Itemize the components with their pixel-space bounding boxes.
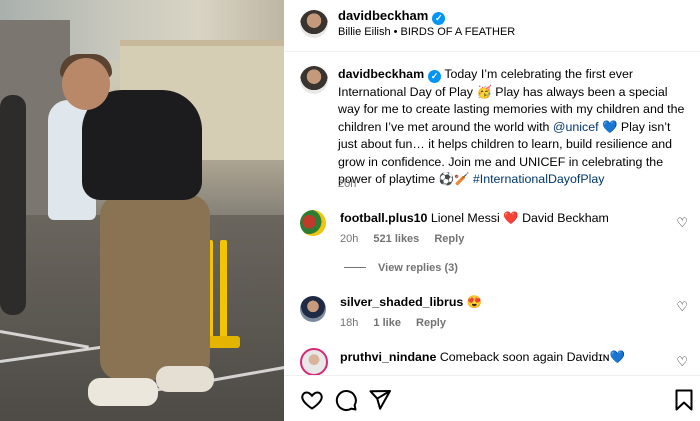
save-icon[interactable]: [672, 388, 696, 412]
comment-username[interactable]: pruthvi_nindane: [340, 350, 436, 364]
comment-body: silver_shaded_librus 😍: [340, 295, 482, 310]
audio-track[interactable]: Billie Eilish • BIRDS OF A FEATHER: [338, 26, 515, 38]
caption-mention-link[interactable]: @unicef: [553, 120, 599, 134]
author-username-text[interactable]: davidbeckham: [338, 8, 428, 23]
player-torso: [82, 90, 202, 200]
cricket-stump: [220, 240, 227, 340]
player-shoe: [156, 366, 214, 392]
comment-like-icon[interactable]: ♡: [676, 299, 688, 315]
comment-icon[interactable]: [334, 388, 358, 412]
like-icon[interactable]: [300, 388, 324, 412]
comment-reply-button[interactable]: Reply: [434, 233, 464, 245]
view-replies-divider: [344, 267, 366, 268]
background-person: [0, 95, 26, 315]
caption-username[interactable]: davidbeckham: [338, 67, 424, 81]
author-username[interactable]: davidbeckham ✓: [338, 8, 446, 25]
comment-text: Lionel Messi ❤️ David Beckham: [430, 211, 609, 225]
caption-avatar[interactable]: [300, 66, 328, 94]
comment-likes[interactable]: 1 like: [373, 317, 401, 329]
share-icon[interactable]: [368, 388, 392, 412]
comment-meta: 18h 1 like Reply: [340, 317, 446, 329]
comment-reply-button[interactable]: Reply: [416, 317, 446, 329]
post-caption: davidbeckham ✓ Today I’m celebrating the …: [338, 66, 688, 189]
player-shoe: [88, 378, 158, 406]
comment-text: 😍: [466, 295, 483, 309]
comment-avatar[interactable]: [300, 348, 328, 376]
comment-body: pruthvi_nindane Comeback soon again Davi…: [340, 350, 625, 365]
post-panel: davidbeckham ✓ Billie Eilish • BIRDS OF A…: [284, 0, 700, 421]
verified-icon: ✓: [428, 70, 442, 83]
view-replies-button[interactable]: View replies (3): [344, 262, 458, 274]
comment-avatar[interactable]: [300, 210, 326, 236]
post-media[interactable]: [0, 0, 284, 421]
player-legs: [100, 195, 210, 380]
caption-hashtag-link[interactable]: #InternationalDayofPlay: [473, 172, 605, 186]
caption-time[interactable]: 20h: [338, 178, 356, 190]
post-header: davidbeckham ✓ Billie Eilish • BIRDS OF A…: [284, 0, 700, 52]
verified-icon: ✓: [432, 12, 446, 25]
comment-like-icon[interactable]: ♡: [676, 215, 688, 231]
comment-body: football.plus10 Lionel Messi ❤️ David Be…: [340, 211, 609, 226]
comment-username[interactable]: football.plus10: [340, 211, 427, 225]
view-replies-label[interactable]: View replies (3): [378, 262, 458, 274]
comment-text: Comeback soon again Davidɪɴ💙: [439, 350, 625, 364]
player-head: [62, 58, 110, 110]
comment-likes[interactable]: 521 likes: [373, 233, 419, 245]
post-action-bar: [284, 375, 700, 421]
comment-time[interactable]: 18h: [340, 317, 358, 329]
author-avatar[interactable]: [300, 10, 328, 38]
comment-meta: 20h 521 likes Reply: [340, 233, 464, 245]
comment-time[interactable]: 20h: [340, 233, 358, 245]
comment-username[interactable]: silver_shaded_librus: [340, 295, 463, 309]
comment-avatar[interactable]: [300, 296, 326, 322]
comment-like-icon[interactable]: ♡: [676, 354, 688, 370]
